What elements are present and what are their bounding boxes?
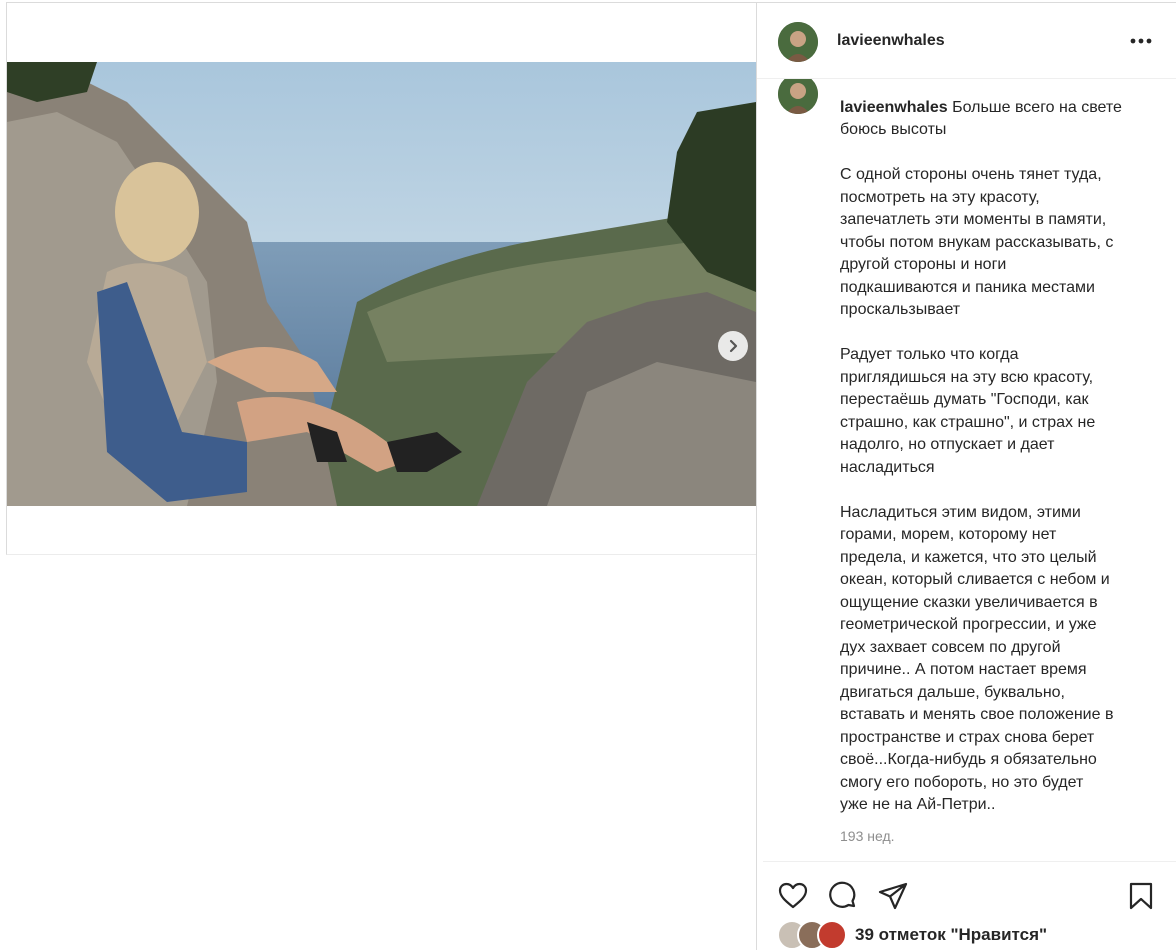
comment-button[interactable]: [827, 880, 859, 912]
caption-paragraph: Насладиться этим видом, этими горами, мо…: [840, 503, 1114, 814]
likes-summary[interactable]: 39 отметок "Нравится": [777, 920, 1047, 950]
caption-paragraph: Радует только что когда приглядишься на …: [840, 346, 1096, 476]
post-timestamp[interactable]: 193 нед.: [840, 825, 1140, 848]
comment-icon: [829, 881, 856, 908]
more-options-button[interactable]: [1128, 31, 1154, 51]
post-side-panel: lavieenwhales lavieenwhales Больше всего…: [756, 2, 1176, 950]
post-header: lavieenwhales: [757, 3, 1176, 79]
next-slide-button[interactable]: [718, 331, 748, 361]
avatar-image: [778, 79, 818, 114]
likes-count[interactable]: 39 отметок "Нравится": [855, 925, 1047, 945]
avatar-image: [778, 22, 818, 62]
caption-text: lavieenwhales Больше всего на свете боюс…: [840, 79, 1140, 847]
heart-icon: [778, 882, 808, 909]
author-avatar[interactable]: [778, 22, 818, 62]
share-button[interactable]: [877, 880, 909, 912]
liker-avatar: [817, 920, 847, 950]
caption-author-avatar[interactable]: [778, 79, 818, 114]
save-button[interactable]: [1125, 880, 1157, 912]
bookmark-icon: [1129, 882, 1153, 910]
caption-username[interactable]: lavieenwhales: [840, 99, 948, 116]
caption-area: lavieenwhales Больше всего на свете боюс…: [757, 79, 1176, 861]
post-actions: 39 отметок "Нравится": [763, 861, 1176, 952]
author-username[interactable]: lavieenwhales: [837, 32, 945, 50]
post-photo-image: [7, 62, 756, 506]
share-icon: [878, 882, 908, 910]
like-button[interactable]: [777, 880, 809, 912]
more-horizontal-icon: [1130, 38, 1152, 44]
post-photo[interactable]: [7, 62, 756, 506]
caption-paragraph: С одной стороны очень тянет туда, посмот…: [840, 166, 1114, 318]
chevron-right-icon: [729, 339, 738, 353]
